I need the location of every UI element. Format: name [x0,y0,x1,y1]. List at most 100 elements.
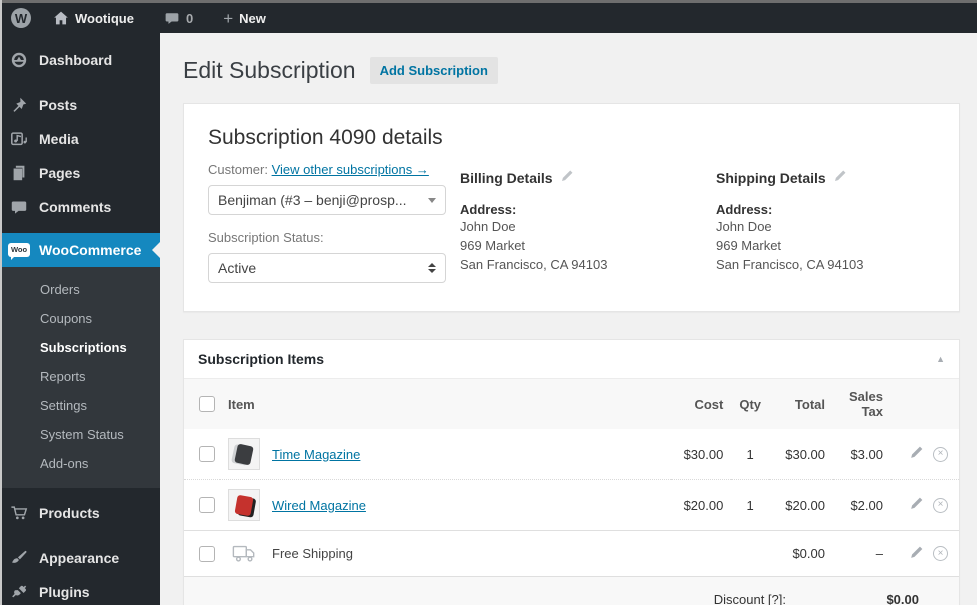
sidebar-item-system-status[interactable]: System Status [0,420,160,449]
current-menu-arrow [144,242,160,258]
plus-icon: + [223,8,234,28]
delete-item-icon[interactable]: × [933,546,948,561]
sidebar-item-add-ons[interactable]: Add-ons [0,449,160,478]
discount-value: $0.00 [886,592,919,605]
sidebar-item-orders[interactable]: Orders [0,275,160,304]
item-qty: 1 [731,429,769,480]
subscription-items-panel: Subscription Items ▲ Item Cost Qty Total… [183,339,960,605]
row-checkbox[interactable] [199,497,215,514]
delete-item-icon[interactable]: × [933,446,948,462]
comment-count: 0 [185,10,194,26]
select-spinner-icon [428,259,436,277]
subscription-details-title: Subscription 4090 details [208,126,443,149]
billing-address-line: San Francisco, CA 94103 [460,257,608,272]
shipping-row: Free Shipping $0.00 – × [184,530,959,576]
brush-icon [8,549,30,567]
woocommerce-icon: Woo [7,243,31,260]
admin-sidebar: Dashboard Posts Media Pages Comments Woo… [0,33,160,605]
edit-item-icon[interactable] [909,545,924,563]
row-checkbox[interactable] [199,545,215,562]
product-link[interactable]: Time Magazine [272,447,360,462]
column-total: Total [769,379,833,429]
collapse-panel-icon[interactable]: ▲ [936,354,945,364]
customer-label: Customer: [208,162,268,177]
shipping-truck-icon [228,544,260,563]
column-qty: Qty [731,379,769,429]
column-item: Item [220,379,672,429]
shipping-total: $0.00 [769,530,833,576]
comments-icon [8,199,30,216]
sidebar-item-comments[interactable]: Comments [0,190,160,224]
site-name: Wootique [75,10,134,26]
site-name-menu[interactable]: Wootique [42,3,145,33]
product-link[interactable]: Wired Magazine [272,498,366,513]
sidebar-item-appearance[interactable]: Appearance [0,541,160,575]
delete-item-icon[interactable]: × [933,497,948,513]
add-subscription-button[interactable]: Add Subscription [369,57,498,84]
cart-icon [8,504,30,522]
billing-details-title: Billing Details [460,169,553,186]
billing-address-label: Address: [460,202,517,217]
product-thumbnail [228,489,260,521]
column-cost: Cost [671,379,732,429]
discount-label: Discount [?]: [713,592,786,605]
view-other-subscriptions-link[interactable]: View other subscriptions → [272,162,429,177]
sidebar-item-reports[interactable]: Reports [0,362,160,391]
item-total: $30.00 [769,429,833,480]
sidebar-item-woocommerce[interactable]: Woo WooCommerce [0,233,160,267]
billing-address-line: John Doe [460,219,516,234]
wp-logo-menu[interactable]: W [0,3,42,33]
sidebar-item-settings[interactable]: Settings [0,391,160,420]
edit-billing-icon[interactable] [560,169,574,186]
sidebar-item-coupons[interactable]: Coupons [0,304,160,333]
order-totals: Discount [?]: $0.00 Shipping [?]: $0.00 [184,576,959,605]
subscription-items-title: Subscription Items [198,351,325,367]
item-qty: 1 [731,479,769,531]
billing-address-line: 969 Market [460,238,526,253]
main-content: Edit Subscription Add Subscription Subsc… [160,33,977,605]
select-all-checkbox[interactable] [199,396,215,413]
customer-select[interactable]: Benjiman (#3 – benji@prosp... [208,185,446,215]
column-sales-tax: Sales Tax [833,379,891,429]
sidebar-item-subscriptions[interactable]: Subscriptions [0,333,160,362]
wordpress-logo-icon: W [11,8,31,28]
subscription-details-panel: Subscription 4090 details Customer: View… [183,103,960,312]
product-thumbnail [228,438,260,470]
status-select-value: Active [218,260,257,276]
shipping-address-label: Address: [716,202,773,217]
shipping-address-line: San Francisco, CA 94103 [716,257,864,272]
item-cost: $20.00 [671,479,732,531]
home-icon [53,10,69,26]
table-row: Wired Magazine $20.00 1 $20.00 $2.00 × [184,479,959,531]
sidebar-item-plugins[interactable]: Plugins [0,575,160,605]
subscription-status-select[interactable]: Active [208,253,446,283]
total-row: Discount [?]: $0.00 [184,592,919,605]
shipping-tax: – [833,530,891,576]
sidebar-item-dashboard[interactable]: Dashboard [0,43,160,77]
pages-icon [8,164,30,182]
sidebar-item-posts[interactable]: Posts [0,88,160,122]
row-checkbox[interactable] [199,446,215,463]
shipping-address-line: 969 Market [716,238,782,253]
new-label: New [239,10,266,26]
sidebar-item-products[interactable]: Products [0,496,160,530]
customer-select-value: Benjiman (#3 – benji@prosp... [218,192,407,208]
subscription-status-label: Subscription Status: [208,230,324,245]
dashboard-icon [8,51,30,69]
comments-menu[interactable]: 0 [153,3,204,33]
table-row: Time Magazine $30.00 1 $30.00 $3.00 × [184,429,959,480]
edit-item-icon[interactable] [909,445,924,463]
item-cost: $30.00 [671,429,732,480]
sidebar-item-pages[interactable]: Pages [0,156,160,190]
edit-shipping-icon[interactable] [833,169,847,186]
chevron-down-icon [428,197,436,207]
edit-item-icon[interactable] [909,496,924,514]
admin-bar: W Wootique 0 + New [0,3,977,33]
item-tax: $3.00 [833,429,891,480]
shipping-details-title: Shipping Details [716,169,826,186]
new-menu[interactable]: + New [212,3,277,33]
page-title: Edit Subscription [183,57,356,83]
shipping-address-line: John Doe [716,219,772,234]
woocommerce-submenu: Orders Coupons Subscriptions Reports Set… [0,267,160,488]
sidebar-item-media[interactable]: Media [0,122,160,156]
